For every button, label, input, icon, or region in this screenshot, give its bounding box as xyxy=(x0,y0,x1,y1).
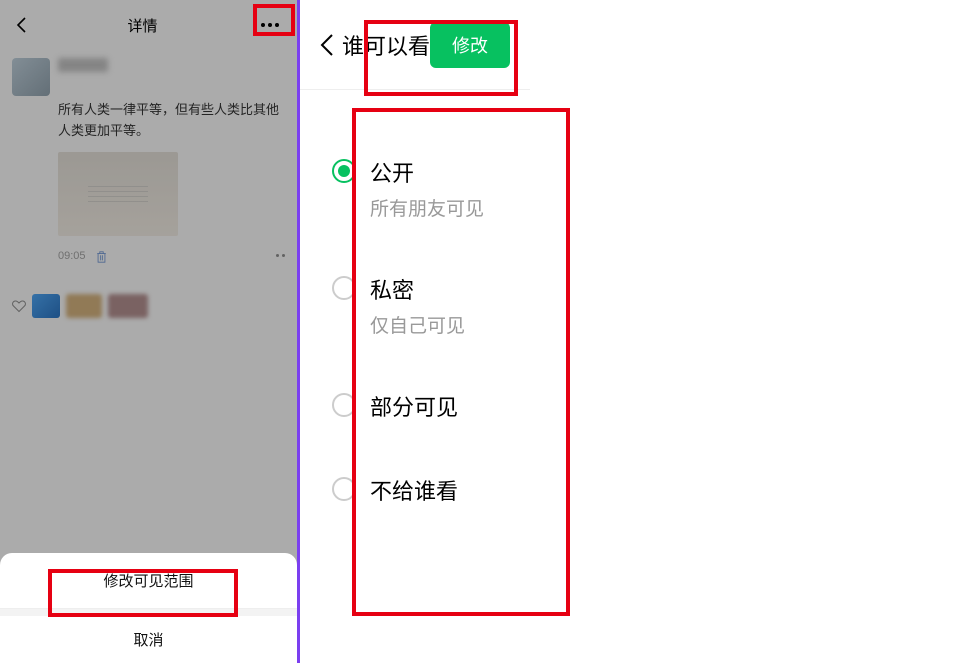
option-public[interactable]: 公开 所有朋友可见 xyxy=(326,130,504,247)
option-subtitle: 仅自己可见 xyxy=(370,311,465,338)
option-exclude[interactable]: 不给谁看 xyxy=(326,448,504,532)
option-title: 部分可见 xyxy=(370,390,458,422)
chevron-left-icon xyxy=(16,17,26,33)
blurred-name xyxy=(58,58,108,72)
timestamp: 09:05 xyxy=(58,250,86,262)
details-screen: 详情 所有人类一律平等，但有些人类比其他人类更加平等。 09:05 xyxy=(0,0,300,663)
avatar xyxy=(12,58,50,96)
option-title: 私密 xyxy=(370,273,465,305)
post-text: 所有人类一律平等，但有些人类比其他人类更加平等。 xyxy=(58,100,285,142)
delete-button[interactable] xyxy=(96,250,107,262)
radio-icon xyxy=(332,393,356,417)
modify-visibility-action[interactable]: 修改可见范围 xyxy=(0,553,297,609)
chevron-left-icon xyxy=(320,34,333,56)
details-header: 详情 xyxy=(0,0,297,50)
option-title: 公开 xyxy=(370,156,484,188)
privacy-screen: 谁可以看 修改 公开 所有朋友可见 私密 xyxy=(300,0,530,663)
radio-icon xyxy=(332,276,356,300)
more-button[interactable] xyxy=(255,15,285,35)
option-private[interactable]: 私密 仅自己可见 xyxy=(326,247,504,364)
post-image[interactable] xyxy=(58,152,178,236)
page-title: 详情 xyxy=(127,15,157,36)
liker-avatar[interactable] xyxy=(66,294,102,318)
likes-row xyxy=(0,286,297,326)
liker-avatar[interactable] xyxy=(32,294,60,318)
cancel-action[interactable]: 取消 xyxy=(0,609,297,663)
back-button[interactable] xyxy=(12,16,30,34)
visibility-options: 公开 所有朋友可见 私密 仅自己可见 部 xyxy=(300,90,530,572)
back-button[interactable] xyxy=(320,34,342,56)
option-title: 不给谁看 xyxy=(370,474,458,506)
liker-avatar[interactable] xyxy=(108,294,148,318)
radio-selected-icon xyxy=(332,159,356,183)
modify-button[interactable]: 修改 xyxy=(430,22,510,68)
option-subtitle: 所有朋友可见 xyxy=(370,194,484,221)
dots-icon xyxy=(261,23,265,27)
post-more-button[interactable] xyxy=(276,254,285,257)
heart-icon xyxy=(12,299,26,313)
radio-icon xyxy=(332,477,356,501)
trash-icon xyxy=(96,251,107,263)
privacy-header: 谁可以看 修改 xyxy=(300,0,530,90)
page-title: 谁可以看 xyxy=(342,29,430,61)
action-sheet: 修改可见范围 取消 xyxy=(0,553,297,663)
option-partial[interactable]: 部分可见 xyxy=(326,364,504,448)
post-content: 所有人类一律平等，但有些人类比其他人类更加平等。 09:05 xyxy=(0,50,297,268)
